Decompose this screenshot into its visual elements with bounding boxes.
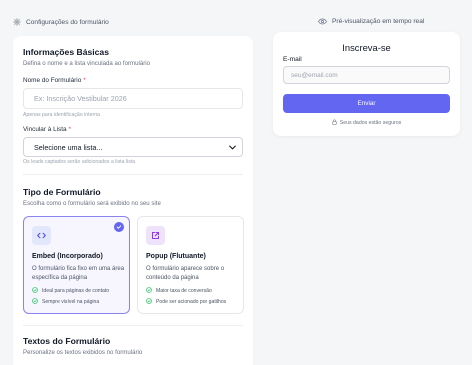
list-select-hint: Os leads captados serão adicionados a li… [23,159,136,165]
popup-feature-item: Maior taxa de conversão [146,287,212,295]
section-divider [23,174,243,175]
form-name-label: Nome do Formulário * [23,77,86,84]
code-icon [32,226,51,245]
embed-feature-item: Sempre visível na página [32,298,99,306]
list-select-label: Vincular à Lista * [23,126,72,133]
form-name-hint: Apenas para identificação interna [23,112,100,118]
popup-option-description: O formulário aparece sobre o conteúdo da… [146,266,225,281]
embed-option-title: Embed (Incorporado) [32,253,103,260]
preview-email-placeholder: seu@email.com [291,71,338,79]
form-texts-title: Textos do Formulário [23,336,111,346]
settings-card: Informações Básicas Defina o nome e a li… [13,36,253,365]
list-select-value: Selecione uma lista... [34,142,103,152]
lock-icon [332,119,337,127]
basic-info-description: Defina o nome e a lista vinculada ao for… [23,60,151,67]
popup-option-title: Popup (Flutuante) [146,253,206,260]
check-circle-icon [146,298,152,306]
form-name-input[interactable]: Ex: Inscrição Vestibular 2026 [23,88,243,109]
form-type-title: Tipo de Formulário [23,187,101,197]
selected-check-icon [114,222,124,232]
form-type-description: Escolha como o formulário será exibido n… [23,200,161,207]
form-type-option-popup[interactable]: Popup (Flutuante) O formulário aparece s… [137,216,244,314]
check-circle-icon [32,298,38,306]
section-divider [23,325,243,326]
preview-security-note: Seus dados estão seguros [273,119,460,127]
live-preview-card: Inscreva-se E-mail seu@email.com Enviar … [273,32,460,136]
preview-header: Pré-visualização em tempo real [318,18,424,25]
settings-header-label: Configurações do formulário [26,18,109,26]
form-name-placeholder: Ex: Inscrição Vestibular 2026 [34,94,127,103]
eye-icon [318,18,327,25]
list-select[interactable]: Selecione uma lista... [23,137,243,157]
check-circle-icon [146,287,152,295]
check-circle-icon [32,287,38,295]
embed-option-description: O formulário fica fixo em uma área espec… [32,266,125,281]
form-texts-description: Personalize os textos exibidos no formul… [23,349,143,356]
preview-header-label: Pré-visualização em tempo real [332,18,425,25]
form-type-option-embed[interactable]: Embed (Incorporado) O formulário fica fi… [23,216,130,314]
basic-info-title: Informações Básicas [23,47,109,57]
gear-icon [13,18,21,26]
popup-feature-item: Pode ser acionado por gatilhos [146,298,226,306]
preview-email-label: E-mail [283,56,302,63]
preview-email-input[interactable]: seu@email.com [283,66,450,84]
external-link-icon [146,226,165,245]
settings-header: Configurações do formulário [13,18,109,26]
embed-feature-item: Ideal para páginas de contato [32,287,109,295]
chevron-down-icon [229,143,236,152]
preview-submit-button[interactable]: Enviar [283,94,450,113]
preview-form-title: Inscreva-se [342,42,391,53]
